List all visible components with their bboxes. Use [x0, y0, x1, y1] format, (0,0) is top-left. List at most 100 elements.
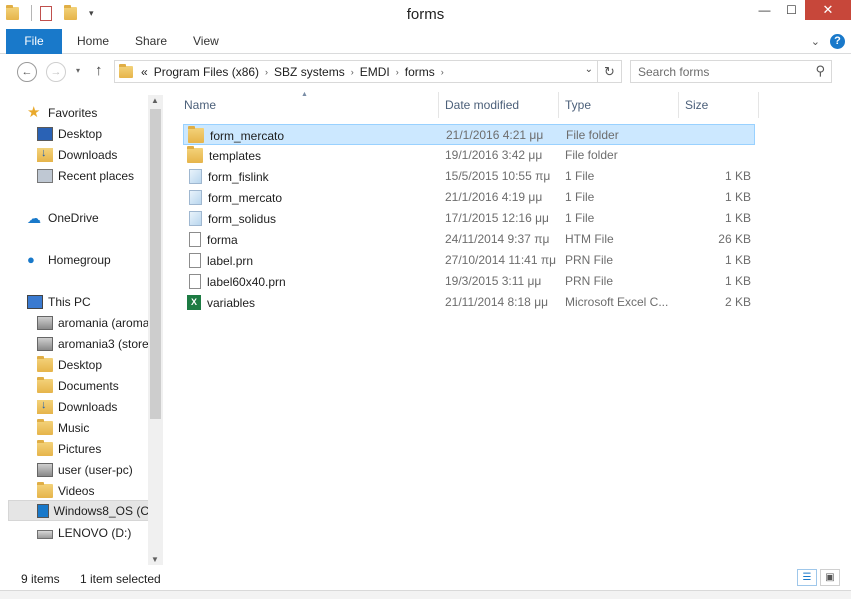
- forward-button[interactable]: →: [46, 62, 66, 82]
- search-icon[interactable]: ⚲: [815, 63, 825, 79]
- nav-item-recent-places[interactable]: Recent places: [37, 165, 134, 186]
- nav-item-user[interactable]: user (user-pc): [37, 459, 133, 480]
- documents-icon: [37, 376, 53, 393]
- file-date: 17/1/2015 12:16 μμ: [445, 211, 549, 225]
- nav-item-desktop[interactable]: Desktop: [37, 123, 102, 144]
- title-bar: ▾ forms — ☐ ✕: [0, 0, 851, 29]
- nav-item-label: LENOVO (D:): [58, 525, 132, 540]
- excel-icon: X: [187, 295, 201, 310]
- document-icon: [189, 232, 201, 247]
- file-name: label60x40.prn: [207, 274, 286, 289]
- large-icons-view-icon[interactable]: ▣: [820, 569, 840, 586]
- table-row[interactable]: form_mercato 21/1/2016 4:19 μμ 1 File 1 …: [183, 187, 755, 208]
- minimize-button[interactable]: —: [751, 0, 778, 20]
- file-date: 21/1/2016 4:21 μμ: [446, 128, 544, 142]
- nav-scrollbar[interactable]: ▲ ▼: [148, 95, 163, 565]
- table-row[interactable]: label.prn 27/10/2014 11:41 πμ PRN File 1…: [183, 250, 755, 271]
- column-header-size[interactable]: Size: [679, 92, 759, 118]
- window-controls: — ☐ ✕: [751, 0, 851, 20]
- network-drive-icon: [37, 336, 53, 351]
- chevron-right-icon[interactable]: ›: [396, 67, 399, 77]
- nav-item-aromania[interactable]: aromania (aroma: [37, 312, 149, 333]
- nav-item-favorites[interactable]: ★ Favorites: [27, 102, 97, 123]
- address-bar[interactable]: « Program Files (x86) › SBZ systems › EM…: [114, 60, 622, 83]
- nav-item-label: Homegroup: [48, 252, 111, 267]
- nav-item-aromania3[interactable]: aromania3 (store: [37, 333, 149, 354]
- chevron-right-icon[interactable]: ›: [441, 67, 444, 77]
- file-type: PRN File: [565, 253, 614, 267]
- file-type: File folder: [566, 128, 619, 142]
- breadcrumb-overflow[interactable]: «: [141, 65, 148, 79]
- column-header-name[interactable]: Name: [178, 92, 439, 118]
- nav-item-downloads[interactable]: Downloads: [37, 144, 117, 165]
- table-row[interactable]: form_solidus 17/1/2015 12:16 μμ 1 File 1…: [183, 208, 755, 229]
- search-input[interactable]: [638, 64, 798, 79]
- column-header-type[interactable]: Type: [559, 92, 679, 118]
- tab-share[interactable]: Share: [135, 29, 167, 54]
- file-type: Microsoft Excel C...: [565, 295, 669, 309]
- nav-item-music[interactable]: Music: [37, 417, 89, 438]
- nav-item-label: Desktop: [58, 357, 103, 372]
- file-size: 2 KB: [724, 295, 751, 309]
- network-drive-icon: [37, 462, 53, 477]
- videos-icon: [37, 481, 53, 498]
- details-view-icon[interactable]: ☰: [797, 569, 817, 586]
- chevron-down-icon[interactable]: ⌄: [585, 64, 593, 75]
- star-icon: ★: [27, 103, 41, 121]
- breadcrumb-forms[interactable]: forms: [405, 65, 435, 79]
- file-name: form_fislink: [208, 169, 269, 184]
- recent-locations-icon[interactable]: ▾: [76, 66, 80, 75]
- ribbon: File Home Share View ⌄ ?: [0, 29, 851, 54]
- nav-item-desktop-pc[interactable]: Desktop: [37, 354, 102, 375]
- chevron-right-icon[interactable]: ›: [265, 67, 268, 77]
- nav-item-windows8-os[interactable]: Windows8_OS (C: [8, 500, 150, 521]
- table-row[interactable]: form_fislink 15/5/2015 10:55 πμ 1 File 1…: [183, 166, 755, 187]
- nav-item-label: Pictures: [58, 441, 102, 456]
- nav-item-videos[interactable]: Videos: [37, 480, 94, 501]
- chevron-right-icon[interactable]: ›: [351, 67, 354, 77]
- table-row[interactable]: form_mercato 21/1/2016 4:21 μμ File fold…: [183, 124, 755, 145]
- document-icon: [189, 253, 201, 268]
- file-name: templates: [209, 148, 262, 163]
- nav-item-downloads-pc[interactable]: Downloads: [37, 396, 117, 417]
- nav-item-lenovo[interactable]: LENOVO (D:): [37, 522, 131, 543]
- nav-item-onedrive[interactable]: ☁ OneDrive: [27, 207, 99, 228]
- nav-item-pictures[interactable]: Pictures: [37, 438, 101, 459]
- nav-item-label: Favorites: [48, 105, 98, 120]
- nav-item-label: Downloads: [58, 147, 118, 162]
- breadcrumb-program-files[interactable]: Program Files (x86): [154, 65, 259, 79]
- downloads-icon: [37, 147, 53, 162]
- table-row[interactable]: templates 19/1/2016 3:42 μμ File folder: [183, 145, 755, 166]
- scroll-down-icon[interactable]: ▼: [151, 555, 159, 564]
- scroll-up-icon[interactable]: ▲: [151, 96, 159, 105]
- tab-file[interactable]: File: [6, 29, 62, 54]
- search-box[interactable]: ⚲: [630, 60, 832, 83]
- nav-item-homegroup[interactable]: ● Homegroup: [27, 249, 111, 270]
- desktop-folder-icon: [37, 355, 53, 372]
- maximize-button[interactable]: ☐: [778, 0, 805, 20]
- table-row[interactable]: label60x40.prn 19/3/2015 3:11 μμ PRN Fil…: [183, 271, 755, 292]
- breadcrumb-emdi[interactable]: EMDI: [360, 65, 390, 79]
- nav-item-label: Recent places: [58, 168, 135, 183]
- tab-home[interactable]: Home: [77, 29, 109, 54]
- tab-view[interactable]: View: [193, 29, 219, 54]
- table-row[interactable]: forma 24/11/2014 9:37 πμ HTM File 26 KB: [183, 229, 755, 250]
- scrollbar-thumb[interactable]: [150, 109, 161, 419]
- nav-item-documents[interactable]: Documents: [37, 375, 119, 396]
- window-title: forms: [406, 6, 445, 23]
- close-button[interactable]: ✕: [805, 0, 851, 20]
- nav-item-this-pc[interactable]: This PC: [27, 291, 91, 312]
- up-arrow-icon[interactable]: ↑: [95, 62, 103, 79]
- status-bar: 9 items 1 item selected ☰ ▣: [0, 566, 851, 590]
- help-icon[interactable]: ?: [830, 34, 845, 49]
- column-header-date-modified[interactable]: Date modified: [439, 92, 559, 118]
- nav-item-label: This PC: [48, 294, 91, 309]
- ribbon-controls: ⌄ ?: [811, 34, 845, 49]
- back-button[interactable]: ←: [17, 62, 37, 82]
- refresh-icon[interactable]: ↻: [597, 61, 621, 82]
- expand-ribbon-icon[interactable]: ⌄: [811, 35, 820, 48]
- file-date: 19/1/2016 3:42 μμ: [445, 148, 543, 162]
- table-row[interactable]: Xvariables 21/11/2014 8:18 μμ Microsoft …: [183, 292, 755, 313]
- file-date: 24/11/2014 9:37 πμ: [445, 232, 550, 246]
- breadcrumb-sbz-systems[interactable]: SBZ systems: [274, 65, 345, 79]
